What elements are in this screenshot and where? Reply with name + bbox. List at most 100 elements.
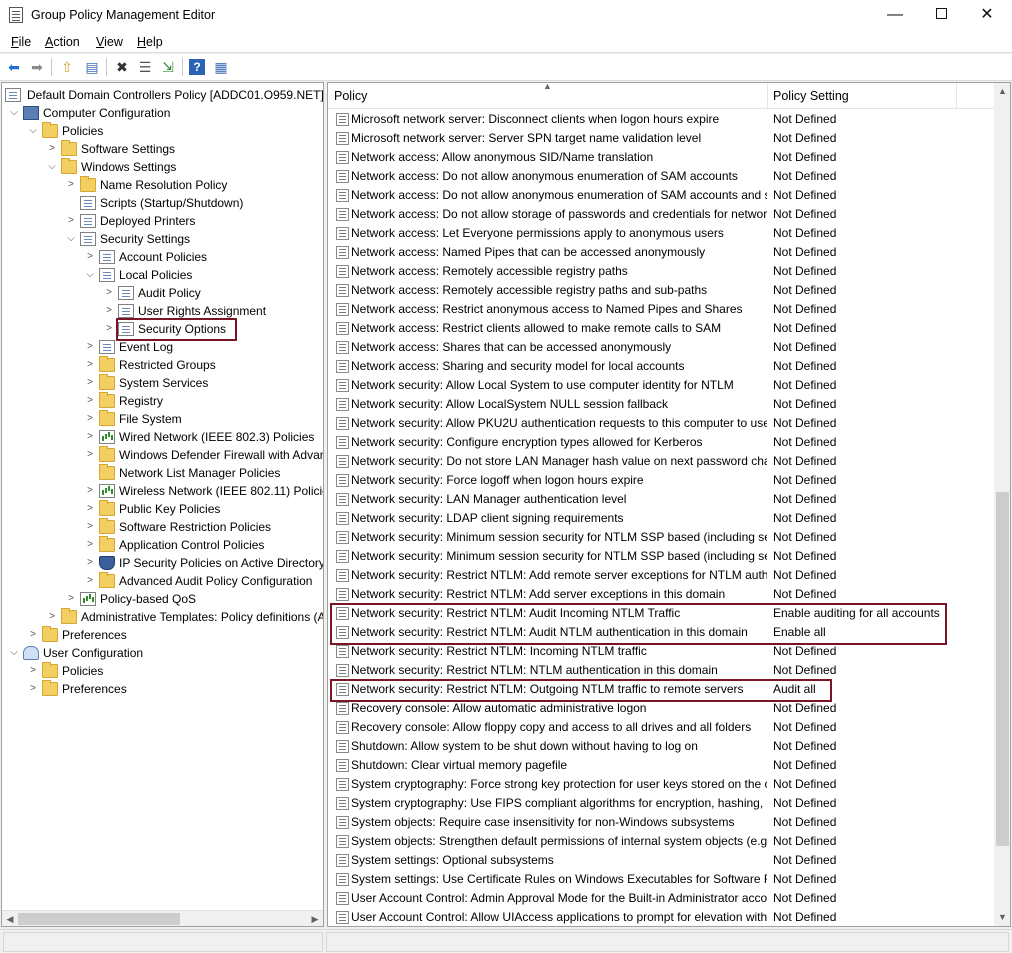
expand-chevron-icon[interactable]: > — [46, 140, 58, 158]
policy-row[interactable]: Network security: Configure encryption t… — [328, 433, 994, 452]
expand-chevron-icon[interactable]: > — [84, 572, 96, 590]
delete-icon[interactable]: ✖ — [112, 58, 132, 76]
expand-chevron-icon[interactable]: > — [84, 554, 96, 572]
policy-row[interactable]: Network security: LDAP client signing re… — [328, 509, 994, 528]
tree-item[interactable]: ⌵ Security Settings — [65, 230, 322, 248]
scroll-thumb[interactable] — [996, 492, 1009, 846]
expand-chevron-icon[interactable]: > — [84, 338, 96, 356]
policy-list[interactable]: ▲ Policy Policy Setting Microsoft networ… — [327, 82, 1011, 927]
column-divider[interactable] — [956, 83, 957, 108]
scroll-up-icon[interactable]: ▲ — [994, 83, 1010, 100]
policy-row[interactable]: Network access: Restrict clients allowed… — [328, 319, 994, 338]
policy-row[interactable]: System objects: Require case insensitivi… — [328, 813, 994, 832]
show-hide-tree-icon[interactable]: ▤ — [82, 58, 102, 76]
tree-item[interactable]: > Windows Defender Firewall with Advanced… — [84, 446, 323, 464]
forward-arrow-icon[interactable]: ➡ — [27, 58, 47, 76]
tree-item[interactable]: > Public Key Policies — [84, 500, 322, 518]
scroll-left-icon[interactable]: ◀ — [2, 911, 18, 927]
policy-row[interactable]: Network access: Shares that can be acces… — [328, 338, 994, 357]
expand-chevron-icon[interactable]: > — [84, 446, 96, 464]
tree-horizontal-scrollbar[interactable]: ◀ ▶ — [2, 910, 323, 926]
expand-chevron-icon[interactable]: > — [84, 248, 96, 266]
expand-chevron-icon[interactable]: > — [84, 500, 96, 518]
view-icon[interactable]: ▦ — [211, 58, 231, 76]
expand-chevron-icon[interactable]: > — [84, 536, 96, 554]
collapse-chevron-icon[interactable]: ⌵ — [46, 158, 58, 176]
policy-row[interactable]: Network access: Restrict anonymous acces… — [328, 300, 994, 319]
tree-item[interactable]: Network List Manager Policies — [84, 464, 322, 482]
tree-item[interactable]: > File System — [84, 410, 322, 428]
expand-chevron-icon[interactable]: > — [27, 662, 39, 680]
policy-row[interactable]: System objects: Strengthen default permi… — [328, 832, 994, 851]
policy-row[interactable]: Microsoft network server: Server SPN tar… — [328, 129, 994, 148]
tree-item[interactable]: > Wired Network (IEEE 802.3) Policies — [84, 428, 322, 446]
tree-item[interactable]: > Policy-based QoS — [65, 590, 322, 608]
tree-item[interactable]: > Registry — [84, 392, 322, 410]
column-divider[interactable] — [767, 83, 768, 108]
collapse-chevron-icon[interactable]: ⌵ — [8, 644, 20, 662]
tree-item[interactable]: ⌵ Computer Configuration — [8, 104, 322, 122]
expand-chevron-icon[interactable]: > — [65, 212, 77, 230]
policy-row[interactable]: Network security: Minimum session securi… — [328, 547, 994, 566]
policy-row[interactable]: Recovery console: Allow floppy copy and … — [328, 718, 994, 737]
expand-chevron-icon[interactable]: > — [27, 626, 39, 644]
tree-item[interactable]: > Audit Policy — [103, 284, 322, 302]
policy-row[interactable]: Network security: Allow PKU2U authentica… — [328, 414, 994, 433]
minimize-button[interactable]: — — [872, 0, 918, 31]
policy-row[interactable]: Network security: Minimum session securi… — [328, 528, 994, 547]
policy-row[interactable]: System settings: Use Certificate Rules o… — [328, 870, 994, 889]
tree-item[interactable]: > IP Security Policies on Active Director… — [84, 554, 323, 572]
tree-item[interactable]: > Software Settings — [46, 140, 322, 158]
policy-row[interactable]: Network security: Restrict NTLM: Add rem… — [328, 566, 994, 585]
tree-item[interactable]: ⌵ Local Policies — [84, 266, 322, 284]
policy-row[interactable]: Network access: Allow anonymous SID/Name… — [328, 148, 994, 167]
scroll-down-icon[interactable]: ▼ — [994, 909, 1010, 926]
tree-item[interactable]: > Account Policies — [84, 248, 322, 266]
expand-chevron-icon[interactable]: > — [103, 320, 115, 338]
tree-item[interactable]: > Administrative Templates: Policy defini… — [46, 608, 323, 626]
policy-row[interactable]: Network security: Do not store LAN Manag… — [328, 452, 994, 471]
policy-row[interactable]: Network access: Remotely accessible regi… — [328, 281, 994, 300]
back-arrow-icon[interactable]: ⬅ — [4, 58, 24, 76]
tree-item[interactable]: Scripts (Startup/Shutdown) — [65, 194, 322, 212]
menu-file[interactable]: File — [11, 35, 31, 49]
policy-row[interactable]: Microsoft network server: Disconnect cli… — [328, 110, 994, 129]
export-list-icon[interactable]: ⇲ — [158, 58, 178, 76]
tree-item[interactable]: Default Domain Controllers Policy [ADDC0… — [5, 86, 323, 104]
tree-item[interactable]: > Software Restriction Policies — [84, 518, 322, 536]
help-icon[interactable]: ? — [189, 59, 205, 75]
expand-chevron-icon[interactable]: > — [65, 590, 77, 608]
policy-row[interactable]: User Account Control: Allow UIAccess app… — [328, 908, 994, 926]
policy-row[interactable]: Network access: Sharing and security mod… — [328, 357, 994, 376]
up-folder-icon[interactable]: ⇧ — [57, 58, 77, 76]
policy-row[interactable]: Network access: Let Everyone permissions… — [328, 224, 994, 243]
tree-item[interactable]: ⌵ User Configuration — [8, 644, 322, 662]
collapse-chevron-icon[interactable]: ⌵ — [8, 104, 20, 122]
policy-row[interactable]: Shutdown: Clear virtual memory pagefile N… — [328, 756, 994, 775]
expand-chevron-icon[interactable]: > — [46, 608, 58, 626]
tree-item[interactable]: > Application Control Policies — [84, 536, 322, 554]
policy-row[interactable]: System settings: Optional subsystems Not … — [328, 851, 994, 870]
policy-row[interactable]: Network security: Restrict NTLM: Add ser… — [328, 585, 994, 604]
tree-item[interactable]: > Restricted Groups — [84, 356, 322, 374]
expand-chevron-icon[interactable]: > — [84, 356, 96, 374]
tree-item[interactable]: > Wireless Network (IEEE 802.11) Policies — [84, 482, 323, 500]
tree-item[interactable]: ⌵ Windows Settings — [46, 158, 322, 176]
policy-row[interactable]: Network security: Force logoff when logo… — [328, 471, 994, 490]
tree-item[interactable]: > Preferences — [27, 680, 322, 698]
tree-item[interactable]: > Name Resolution Policy — [65, 176, 322, 194]
scroll-right-icon[interactable]: ▶ — [307, 911, 323, 927]
tree-item[interactable]: > Advanced Audit Policy Configuration — [84, 572, 322, 590]
collapse-chevron-icon[interactable]: ⌵ — [27, 122, 39, 140]
maximize-button[interactable] — [918, 0, 964, 31]
policy-row[interactable]: Network access: Do not allow anonymous e… — [328, 167, 994, 186]
tree-item[interactable]: > Preferences — [27, 626, 322, 644]
expand-chevron-icon[interactable]: > — [84, 392, 96, 410]
column-policy-setting[interactable]: Policy Setting — [773, 89, 849, 103]
policy-row[interactable]: Network access: Do not allow storage of … — [328, 205, 994, 224]
properties-icon[interactable]: ☰ — [135, 58, 155, 76]
expand-chevron-icon[interactable]: > — [84, 410, 96, 428]
policy-row[interactable]: Network access: Do not allow anonymous e… — [328, 186, 994, 205]
menu-help[interactable]: Help — [137, 35, 163, 49]
policy-row[interactable]: System cryptography: Use FIPS compliant … — [328, 794, 994, 813]
